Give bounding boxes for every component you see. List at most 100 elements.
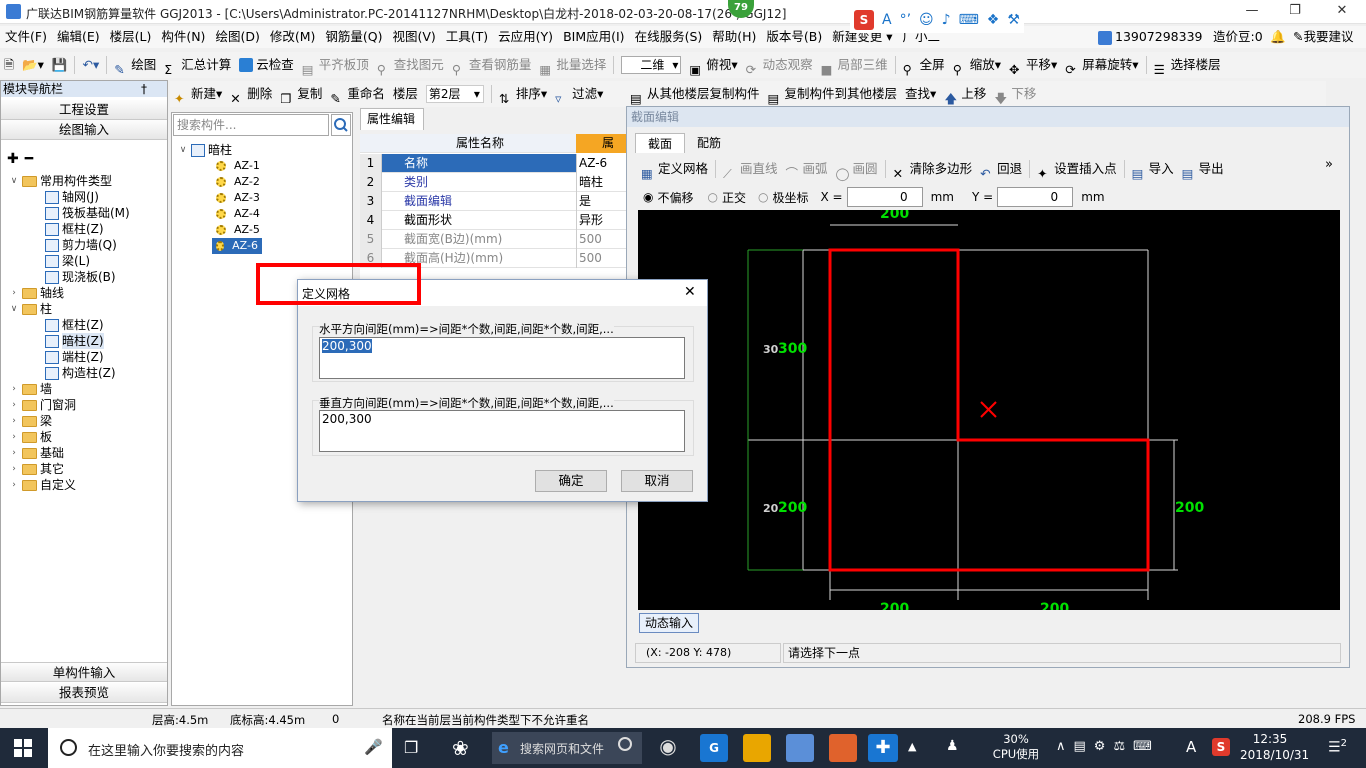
menu-floor[interactable]: 楼层(L) <box>105 26 157 48</box>
step-back-button[interactable]: ↶ 回退 <box>976 157 1026 181</box>
property-row[interactable]: 5 截面宽(B边)(mm) 500 <box>360 230 640 249</box>
task-view-icon[interactable]: ❐ <box>404 738 418 757</box>
tree-wall[interactable]: › 墙 <box>9 381 52 397</box>
menu-file[interactable]: 文件(F) <box>0 26 52 48</box>
tree-column[interactable]: ∨ 柱 <box>9 301 52 317</box>
export-button[interactable]: ▤ 导出 <box>1178 157 1228 181</box>
copy-to-floor-button[interactable]: ▤ 复制构件到其他楼层 <box>764 82 902 106</box>
find-button[interactable]: 查找 ▾ <box>901 82 940 106</box>
local-3d-button[interactable]: ■ 局部三维 <box>817 53 892 77</box>
find-element-button[interactable]: ⚲ 查找图元 <box>373 53 448 77</box>
tree-item-axis-grid[interactable]: 轴网(J) <box>45 189 99 205</box>
tree-item-hidden-column[interactable]: 暗柱(Z) <box>45 333 104 349</box>
pinwheel-app-icon[interactable]: ❀ <box>452 736 469 760</box>
user-account[interactable]: 13907298339 <box>1098 26 1202 48</box>
tree-foundation[interactable]: › 基础 <box>9 445 64 461</box>
dynamic-input-button[interactable]: 动态输入 <box>639 613 699 633</box>
sort-button[interactable]: ⇅ 排序 ▾ <box>495 82 551 106</box>
filter-button[interactable]: ▿ 过滤 ▾ <box>551 82 607 106</box>
ok-button[interactable]: 确定 <box>535 470 607 492</box>
ime-keyboard-icon[interactable]: ⌨ <box>959 12 979 28</box>
cloud-check-button[interactable]: 云检查 <box>235 53 298 77</box>
ime-punct-icon[interactable]: °’ <box>900 12 911 28</box>
tab-properties[interactable]: 属性编辑 <box>360 108 424 130</box>
radio-ortho[interactable]: ○ <box>708 190 718 204</box>
ime-tools-icon[interactable]: ⚒ <box>1007 12 1020 28</box>
tree-item-frame-column-2[interactable]: 框柱(Z) <box>45 317 104 333</box>
sogou-ime-icon[interactable]: S <box>854 10 874 30</box>
menu-edit[interactable]: 编辑(E) <box>52 26 105 48</box>
ime-lang-icon[interactable]: A <box>882 12 892 28</box>
bell-icon[interactable]: 🔔 <box>1270 26 1286 48</box>
new-file-icon[interactable]: 🗎 <box>0 53 18 77</box>
search-icon[interactable] <box>331 114 351 136</box>
ime-toolbar[interactable]: S A °’ ☺ ♪ ⌨ ❖ ⚒ <box>850 7 1024 33</box>
copy-from-floor-button[interactable]: ▤ 从其他楼层复制构件 <box>626 82 764 106</box>
drawing-input-button[interactable]: 绘图输入 <box>1 120 167 140</box>
taskbar-search[interactable]: 在这里输入你要搜索的内容 🎤 <box>48 728 392 768</box>
microphone-icon[interactable]: 🎤 <box>364 738 383 756</box>
y-input[interactable]: 0 <box>997 187 1074 207</box>
radio-polar[interactable]: ○ <box>758 190 768 204</box>
maximize-button[interactable]: ❐ <box>1287 4 1303 18</box>
rotate-screen-button[interactable]: ⟳ 屏幕旋转 ▾ <box>1061 53 1142 77</box>
view-rebar-button[interactable]: ⚲ 查看钢筋量 <box>448 53 536 77</box>
component-item[interactable]: AZ-1 <box>216 158 260 174</box>
expand-collapse-icons[interactable]: ✚ ━ <box>7 151 33 167</box>
component-item-selected[interactable]: AZ-6 <box>212 238 262 254</box>
zoom-button[interactable]: ⚲ 缩放 ▾ <box>949 53 1005 77</box>
copy-button[interactable]: ❐ 复制 <box>276 82 326 106</box>
menu-modify[interactable]: 修改(M) <box>265 26 321 48</box>
rename-button[interactable]: ✎ 重命名 <box>326 82 389 106</box>
property-row[interactable]: 1 名称 AZ-6 <box>360 154 640 173</box>
files-app-icon[interactable] <box>786 734 814 762</box>
radio-no-offset[interactable]: ◉ <box>643 190 653 204</box>
summary-calc-button[interactable]: Σ 汇总计算 <box>160 53 235 77</box>
menu-cloud[interactable]: 云应用(Y) <box>493 26 558 48</box>
tree-root-hidden-column[interactable]: ∨ 暗柱 <box>178 142 232 158</box>
view-mode-select[interactable]: 二维 ▾ <box>617 53 685 77</box>
property-row[interactable]: 2 类别 暗柱 <box>360 173 640 192</box>
tree-item-shear-wall[interactable]: 剪力墙(Q) <box>45 237 117 253</box>
glodon-app-icon[interactable]: G <box>700 734 728 762</box>
undo-icon[interactable]: ↶▾ <box>78 53 103 77</box>
notification-center-icon[interactable]: ☰2 <box>1328 738 1347 756</box>
more-tools-icon[interactable]: » <box>1325 157 1333 172</box>
property-row[interactable]: 3 截面编辑是 <box>360 192 640 211</box>
ime-emoji-icon[interactable]: ☺ <box>919 12 934 28</box>
menu-help[interactable]: 帮助(H) <box>707 26 761 48</box>
x-input[interactable]: 0 <box>846 187 923 207</box>
tree-common-types[interactable]: ∨ 常用构件类型 <box>9 173 112 189</box>
tree-slab[interactable]: › 板 <box>9 429 52 445</box>
fullscreen-button[interactable]: ⚲ 全屏 <box>899 53 949 77</box>
component-item[interactable]: AZ-4 <box>216 206 260 222</box>
draw-circle-button[interactable]: ◯ 画圆 <box>832 157 882 181</box>
define-grid-button[interactable]: ▦ 定义网格 <box>637 157 712 181</box>
tray-icons[interactable]: ∧▤⚙⚖⌨ <box>1056 739 1160 754</box>
draw-button[interactable]: ✎ 绘图 <box>110 53 160 77</box>
open-file-icon[interactable]: 📂▾ <box>18 53 48 77</box>
menu-view[interactable]: 视图(V) <box>387 26 440 48</box>
minimize-button[interactable]: — <box>1244 4 1260 18</box>
move-up-button[interactable]: 🡅 上移 <box>940 82 990 106</box>
tree-axis[interactable]: › 轴线 <box>9 285 64 301</box>
floor-select[interactable]: 第2层 ▾ <box>422 82 488 106</box>
tree-item-slab[interactable]: 现浇板(B) <box>45 269 116 285</box>
delete-button[interactable]: ✕ 删除 <box>226 82 276 106</box>
menu-draw[interactable]: 绘图(D) <box>210 26 264 48</box>
tree-item-structural-column[interactable]: 构造柱(Z) <box>45 365 116 381</box>
pan-button[interactable]: ✥ 平移 ▾ <box>1005 53 1061 77</box>
cancel-button[interactable]: 取消 <box>621 470 693 492</box>
menu-rebar[interactable]: 钢筋量(Q) <box>320 26 387 48</box>
tree-item-end-column[interactable]: 端柱(Z) <box>45 349 104 365</box>
tab-rebar[interactable]: 配筋 <box>687 133 731 153</box>
tree-beam[interactable]: › 梁 <box>9 413 52 429</box>
draw-arc-button[interactable]: ⌒ 画弧 <box>782 157 832 181</box>
people-icon[interactable]: ♟ <box>946 738 959 754</box>
property-row[interactable]: 4 截面形状 异形 <box>360 211 640 230</box>
menu-version[interactable]: 版本号(B) <box>761 26 827 48</box>
scroll-arrows-icon[interactable]: ▲ <box>908 740 916 753</box>
select-floor-button[interactable]: ☰ 选择楼层 <box>1150 53 1225 77</box>
move-down-button[interactable]: 🡇 下移 <box>990 82 1040 106</box>
sogou-tray-icon[interactable]: S <box>1212 738 1230 756</box>
